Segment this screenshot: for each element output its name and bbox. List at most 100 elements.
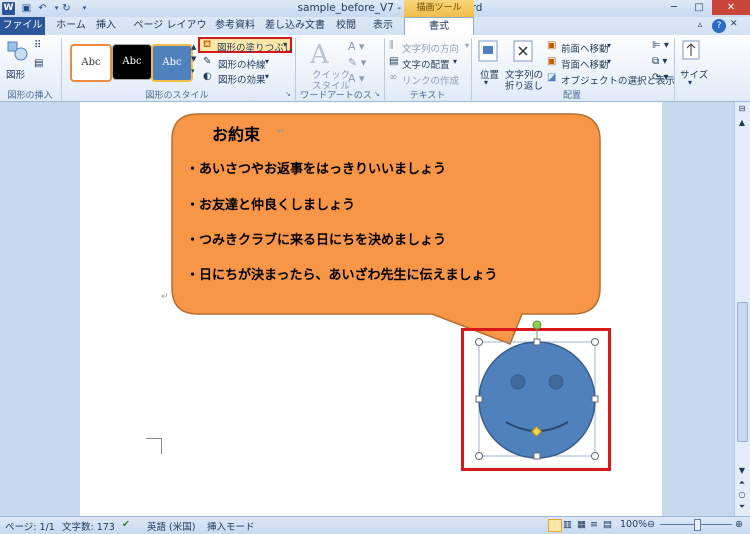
dialog-launcher-icon[interactable]: ↘ [285,90,291,98]
ruler-toggle-icon[interactable]: ⊟ [737,104,747,114]
send-backward-button[interactable]: 背面へ移動 [561,57,609,71]
group-label-wordart-styles: ワードアートのスタイル [300,91,372,114]
shape-style-black[interactable]: Abc [112,44,152,80]
zoom-out-icon[interactable]: ⊖ [647,519,655,530]
scrollbar-thumb[interactable] [737,302,748,442]
save-icon[interactable]: ▣ [20,2,33,15]
tab-view[interactable]: 表示 [368,17,398,35]
shape-fill-label: 図形の塗りつぶし [217,43,294,54]
send-backward-icon: ▣ [547,56,557,67]
paragraph-mark: ↵ [277,127,285,137]
status-word-count[interactable]: 文字数: 173 [62,519,115,533]
align-icon[interactable]: ⊫ ▾ [652,40,669,51]
draft-view-icon[interactable]: ▤ [603,519,612,530]
zoom-slider-thumb[interactable] [694,519,701,531]
text-align-icon: ▤ [389,56,399,67]
callout-bullet: ・つみきクラブに来る日にちを決めましょう [186,233,447,248]
redo-icon[interactable]: ↻ [60,2,73,15]
shapes-gallery-icon[interactable] [6,40,28,64]
status-page[interactable]: ページ: 1/1 [5,519,55,533]
chevron-down-icon: ▾ [453,57,458,66]
group-separator [674,38,675,100]
tab-home[interactable]: ホーム [50,17,92,35]
rotate-handle[interactable] [532,320,542,330]
next-page-icon[interactable]: ⏷ [737,502,747,512]
paint-bucket-icon: ⛾ [203,39,212,50]
maximize-button[interactable]: □ [687,0,711,15]
web-layout-view-icon[interactable]: ▦ [577,519,586,530]
shape-fill-button[interactable]: ⛾ 図形の塗りつぶし ▾ [198,37,294,54]
scroll-down-icon[interactable]: ▼ [737,466,747,475]
tab-page-layout[interactable]: ページ レイアウト [130,17,210,49]
text-direction-button[interactable]: 文字列の方向 [402,41,459,55]
smiley-shape[interactable] [470,318,608,466]
undo-icon[interactable]: ↶ [36,2,49,15]
group-label-shape-styles: 図形のスタイル [145,91,209,101]
position-label[interactable]: 位置 [480,67,499,81]
qat-customize-icon[interactable]: ▾ [78,2,91,15]
page-corner-mark [146,438,162,454]
edit-shape-icon[interactable]: ⠿ [34,40,52,54]
tab-review[interactable]: 校閲 [332,17,360,35]
scroll-up-icon[interactable]: ▲ [737,118,747,127]
ribbon-minimize-icon[interactable]: ▵ [694,20,706,32]
bring-forward-button[interactable]: 前面へ移動 [561,41,609,55]
minimize-button[interactable]: ─ [662,0,686,15]
quick-style-icon[interactable]: A [310,40,329,70]
text-outline-icon[interactable]: ✎ ▾ [348,56,366,69]
textbox-icon[interactable]: ▤ [34,58,52,72]
group-label-arrange: 配置 [562,91,581,101]
shape-style-orange-outline[interactable]: Abc [70,44,112,82]
tab-file[interactable]: ファイル [0,17,45,35]
help-icon[interactable]: ? [712,19,726,33]
callout-title: お約束 [212,125,261,144]
size-label[interactable]: サイズ [680,67,708,81]
callout-bullet: ・お友達と仲良くしましょう [186,198,356,213]
dialog-launcher-icon[interactable]: ↘ [374,90,380,98]
word-app-icon[interactable]: W [2,2,15,15]
zoom-in-icon[interactable]: ⊕ [735,519,743,530]
chevron-down-icon: ▾ [265,72,270,81]
doc-close-icon[interactable]: ✕ [730,19,740,29]
tab-references[interactable]: 参考資料 [212,17,258,35]
callout-bullet: ・あいさつやお返事をはっきりいいましょう [186,162,447,177]
browse-object-icon[interactable]: ○ [737,490,747,499]
position-icon[interactable] [478,40,498,62]
shape-effects-button[interactable]: 図形の効果 [218,72,266,86]
text-align-button[interactable]: 文字の配置 [402,57,450,71]
outline-view-icon[interactable]: ≡ [590,519,598,530]
shape-effects-icon: ◐ [203,71,212,82]
group-icon[interactable]: ⧉ ▾ [652,56,667,67]
create-link-button[interactable]: リンクの作成 [402,73,459,87]
status-insert-mode[interactable]: 挿入モード [207,519,255,533]
tab-mailings[interactable]: 差し込み文書 [262,17,328,35]
chevron-down-icon: ▾ [607,41,612,50]
text-effects-icon[interactable]: A ▾ [348,72,365,85]
size-icon[interactable] [682,40,700,60]
bring-forward-icon: ▣ [547,40,557,51]
full-screen-view-icon[interactable]: ▥ [563,519,572,530]
shape-style-blue-selected[interactable]: Abc [151,44,193,82]
group-label-insert-shapes: 図形の挿入 [7,91,53,101]
chevron-down-icon: ▾ [283,40,288,49]
chevron-down-icon: ▾ [265,57,270,66]
tab-format[interactable]: 書式 [404,17,474,36]
proofing-icon[interactable]: ✔ [122,519,130,530]
text-direction-icon: ⫼ [389,40,394,51]
rotate-icon[interactable]: ⟳ ▾ [652,72,669,83]
wrap-text-icon[interactable] [513,40,533,62]
text-fill-icon[interactable]: A ▾ [348,40,365,53]
status-language[interactable]: 英語 (米国) [147,519,195,533]
group-label-text: テキスト [409,91,446,101]
status-zoom-level[interactable]: 100% [620,519,647,530]
callout-bullet: ・日にちが決まったら、あいざわ先生に伝えましょう [186,268,498,283]
shapes-label[interactable]: 図形 [6,67,25,81]
close-button[interactable]: ✕ [712,0,750,15]
pen-icon: ✎ [203,56,212,67]
print-layout-view-icon[interactable] [548,519,562,532]
previous-page-icon[interactable]: ⏶ [737,478,747,488]
paragraph-mark: ↵ [161,292,169,302]
tab-insert[interactable]: 挿入 [92,17,120,35]
shape-outline-button[interactable]: 図形の枠線 [218,57,266,71]
chevron-down-icon: ▾ [607,57,612,66]
